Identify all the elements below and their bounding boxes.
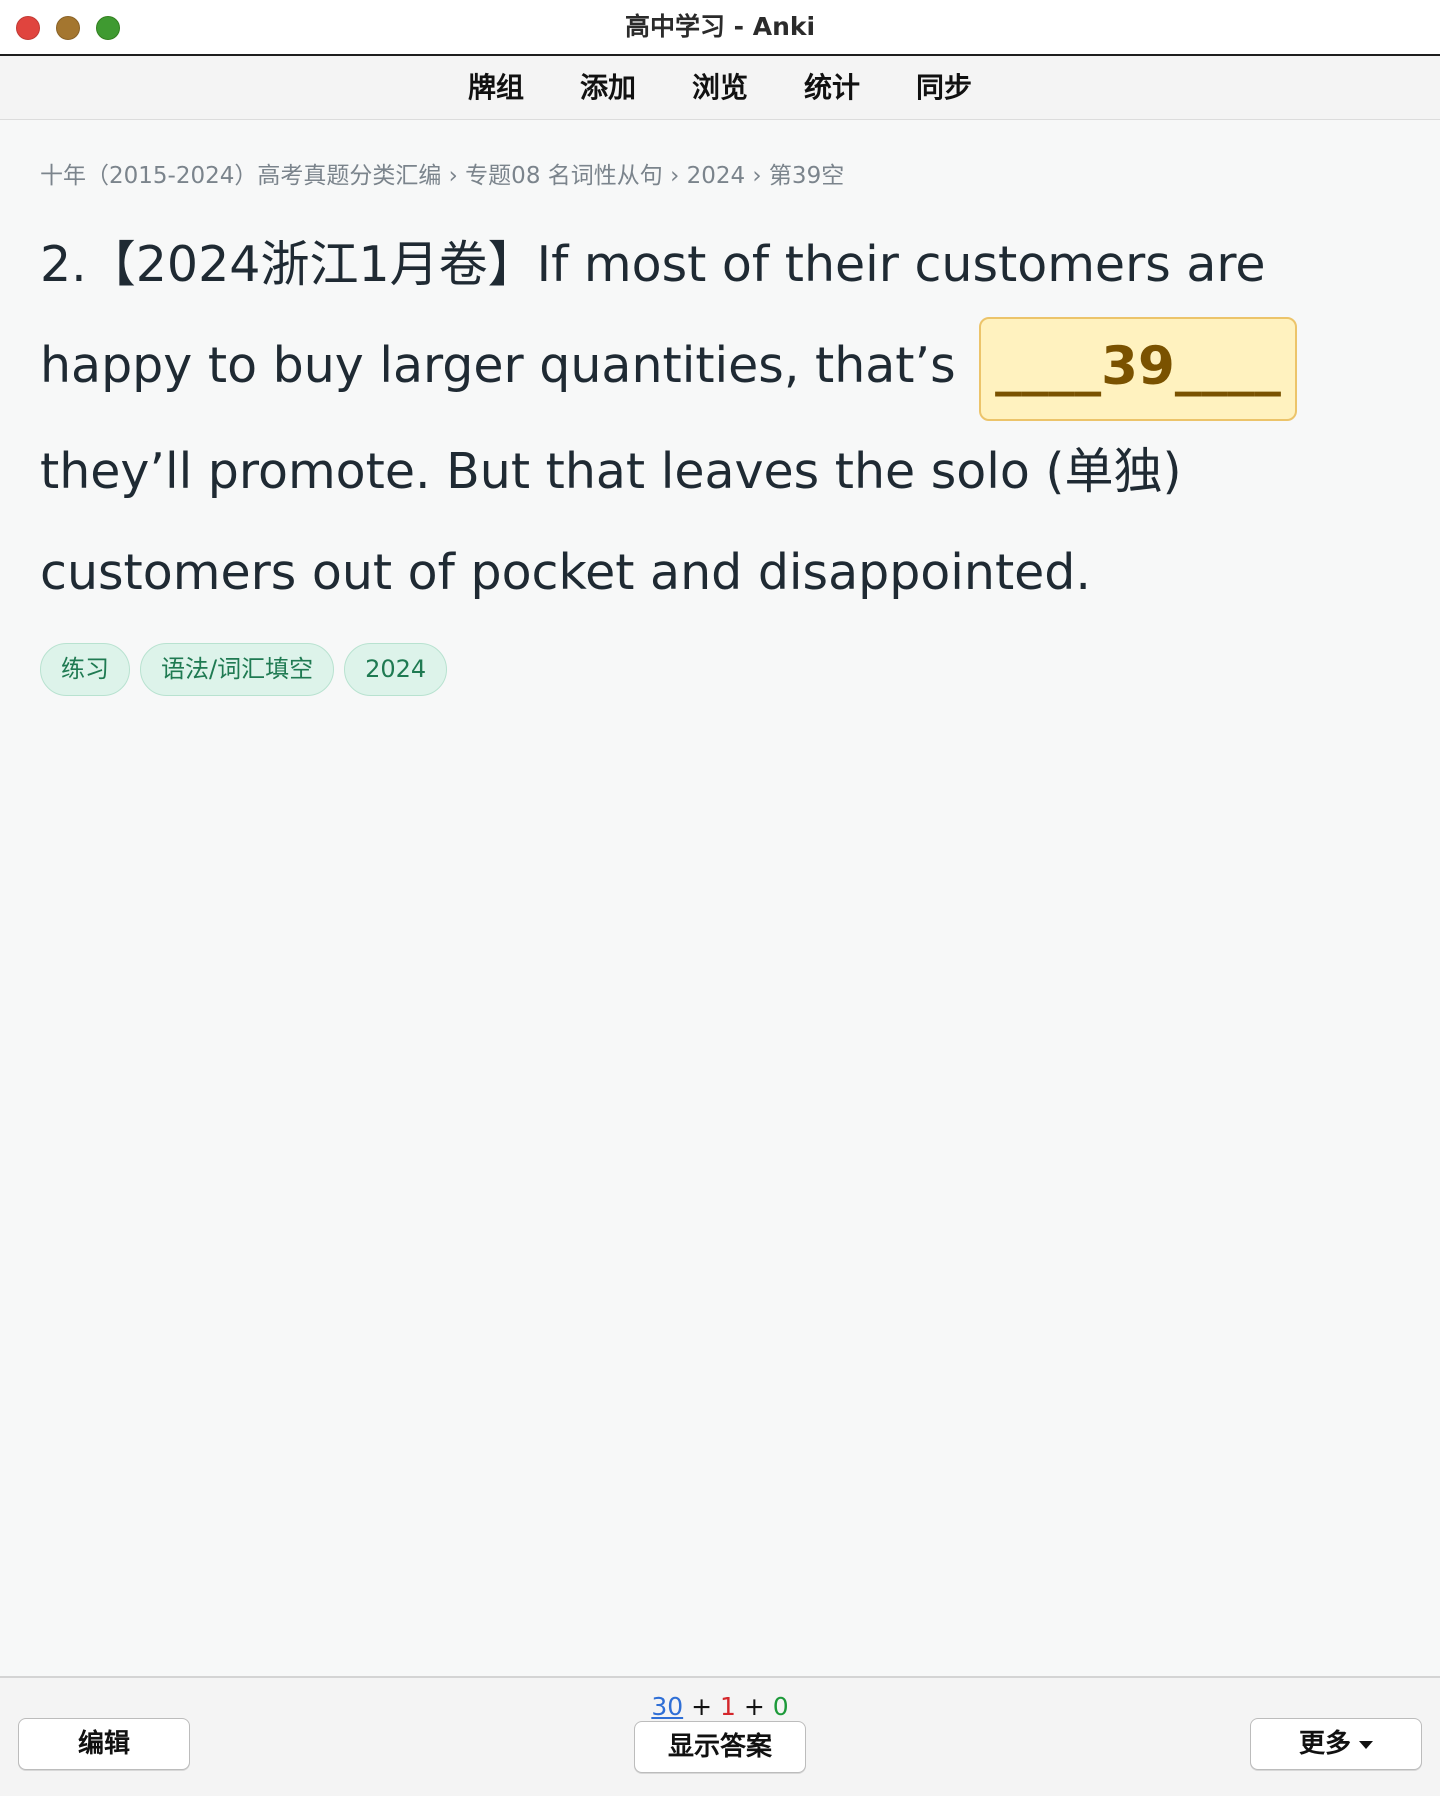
caret-down-icon: [1359, 1740, 1373, 1749]
main-toolbar: 牌组 添加 浏览 统计 同步: [0, 56, 1440, 120]
title-bar: 高中学习 - Anki: [0, 0, 1440, 56]
show-answer-button[interactable]: 显示答案: [634, 1721, 806, 1773]
count-separator: +: [743, 1692, 765, 1721]
toolbar-sync[interactable]: 同步: [888, 56, 1000, 120]
more-button-label: 更多: [1298, 1729, 1351, 1759]
learning-count: 1: [720, 1692, 736, 1721]
edit-button[interactable]: 编辑: [18, 1718, 190, 1770]
toolbar-add[interactable]: 添加: [552, 56, 664, 120]
card-content: 十年（2015-2024）高考真题分类汇编 › 专题08 名词性从句 › 202…: [40, 120, 1410, 696]
card-tags: 练习 语法/词汇填空 2024: [40, 642, 1410, 696]
tag-chip: 2024: [344, 642, 448, 696]
question-text: 2.【2024浙江1月卷】If most of their customers …: [40, 214, 1410, 623]
question-after: they’ll promote. But that leaves the sol…: [40, 442, 1182, 601]
review-count: 0: [772, 1692, 789, 1721]
tag-chip: 练习: [40, 642, 130, 696]
toolbar-decks[interactable]: 牌组: [440, 56, 552, 120]
count-separator: +: [691, 1692, 713, 1721]
deck-breadcrumb: 十年（2015-2024）高考真题分类汇编 › 专题08 名词性从句 › 202…: [40, 163, 845, 189]
window-title: 高中学习 - Anki: [624, 12, 816, 41]
new-count[interactable]: 30: [651, 1692, 683, 1721]
cloze-blank: ____39____: [979, 316, 1297, 421]
toolbar-browse[interactable]: 浏览: [664, 56, 776, 120]
toolbar-stats[interactable]: 统计: [776, 56, 888, 120]
review-bottom-bar: 30 + 1 + 0 编辑 显示答案 更多: [0, 1676, 1440, 1796]
tag-chip: 语法/词汇填空: [140, 642, 335, 696]
due-counts: 30 + 1 + 0: [0, 1690, 1440, 1724]
more-button[interactable]: 更多: [1250, 1718, 1422, 1770]
anki-window: 高中学习 - Anki 牌组 添加 浏览 统计 同步 十年（2015-2024）…: [0, 0, 1440, 1796]
